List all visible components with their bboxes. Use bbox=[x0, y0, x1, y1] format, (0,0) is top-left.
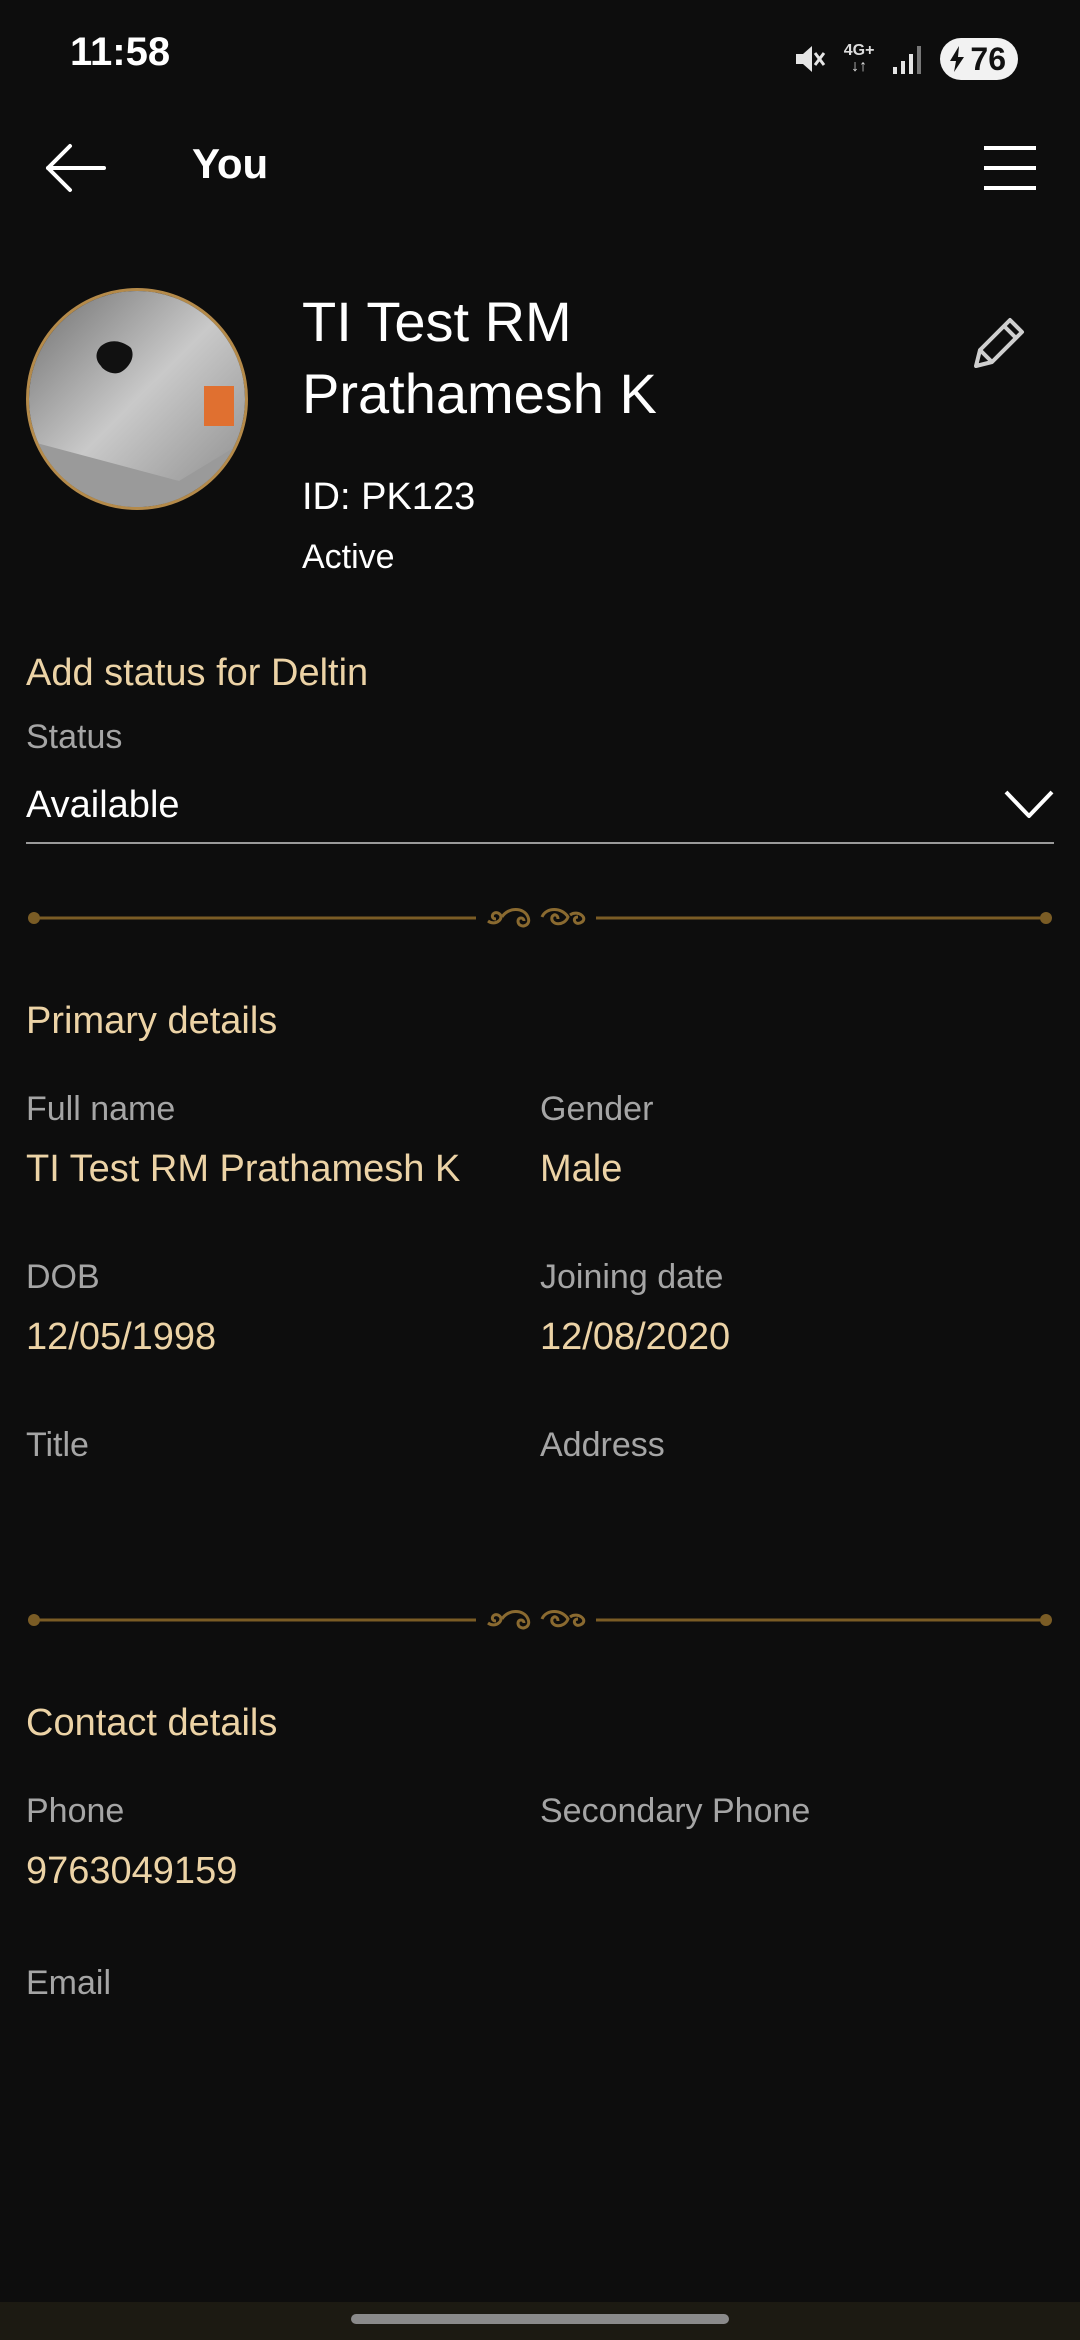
network-type-icon: 4G+ ↓↑ bbox=[844, 43, 875, 75]
phone-value[interactable]: 9763049159 bbox=[26, 1850, 237, 1893]
status-bar-time: 11:58 bbox=[70, 30, 171, 74]
status-bar-icons: 4G+ ↓↑ 76 bbox=[792, 36, 1018, 82]
back-button[interactable] bbox=[40, 140, 112, 196]
full-name-label: Full name bbox=[26, 1090, 176, 1128]
battery-level: 76 bbox=[970, 40, 1006, 77]
address-label: Address bbox=[540, 1426, 665, 1464]
avatar[interactable] bbox=[26, 288, 248, 510]
charging-bolt-icon bbox=[950, 46, 965, 72]
phone-label: Phone bbox=[26, 1792, 125, 1830]
mute-icon bbox=[795, 46, 825, 72]
availability-section-title: Add status for Deltin bbox=[26, 652, 369, 694]
profile-name-line1: TI Test RM bbox=[302, 290, 572, 353]
gender-value: Male bbox=[540, 1148, 623, 1190]
home-gesture-handle[interactable] bbox=[351, 2314, 729, 2324]
joining-date-label: Joining date bbox=[540, 1258, 724, 1296]
contact-details-title: Contact details bbox=[26, 1702, 278, 1744]
battery-indicator: 76 bbox=[940, 38, 1018, 80]
dob-value: 12/05/1998 bbox=[26, 1316, 217, 1358]
status-dropdown[interactable]: Available bbox=[26, 780, 1054, 844]
profile-photo-image bbox=[29, 291, 245, 507]
status-selected-value: Available bbox=[26, 784, 180, 826]
data-arrows-icon: ↓↑ bbox=[851, 58, 868, 75]
chevron-down-icon bbox=[1004, 790, 1054, 818]
full-name-value: TI Test RM Prathamesh K bbox=[26, 1148, 461, 1190]
edit-profile-button[interactable] bbox=[966, 310, 1032, 376]
user-id: ID: PK123 bbox=[302, 476, 476, 518]
profile-name-line2: Prathamesh K bbox=[302, 362, 657, 425]
gender-label: Gender bbox=[540, 1090, 654, 1128]
user-active-status: Active bbox=[302, 538, 395, 576]
joining-date-value: 12/08/2020 bbox=[540, 1316, 731, 1358]
page-title: You bbox=[192, 140, 269, 187]
secondary-phone-label: Secondary Phone bbox=[540, 1792, 811, 1830]
signal-icon bbox=[893, 46, 922, 74]
hamburger-menu-icon bbox=[984, 146, 1036, 190]
network-type-label: 4G+ bbox=[843, 42, 875, 59]
ornamental-divider bbox=[28, 1610, 1052, 1630]
menu-button[interactable] bbox=[980, 140, 1040, 196]
email-label: Email bbox=[26, 1964, 112, 2002]
ornamental-divider bbox=[28, 908, 1052, 928]
primary-details-title: Primary details bbox=[26, 1000, 278, 1042]
profile-name: TI Test RM Prathamesh K bbox=[302, 286, 657, 430]
dob-label: DOB bbox=[26, 1258, 100, 1296]
pencil-icon bbox=[974, 318, 1024, 368]
status-label: Status bbox=[26, 718, 123, 756]
title-label: Title bbox=[26, 1426, 89, 1464]
arrow-left-icon bbox=[46, 144, 106, 192]
